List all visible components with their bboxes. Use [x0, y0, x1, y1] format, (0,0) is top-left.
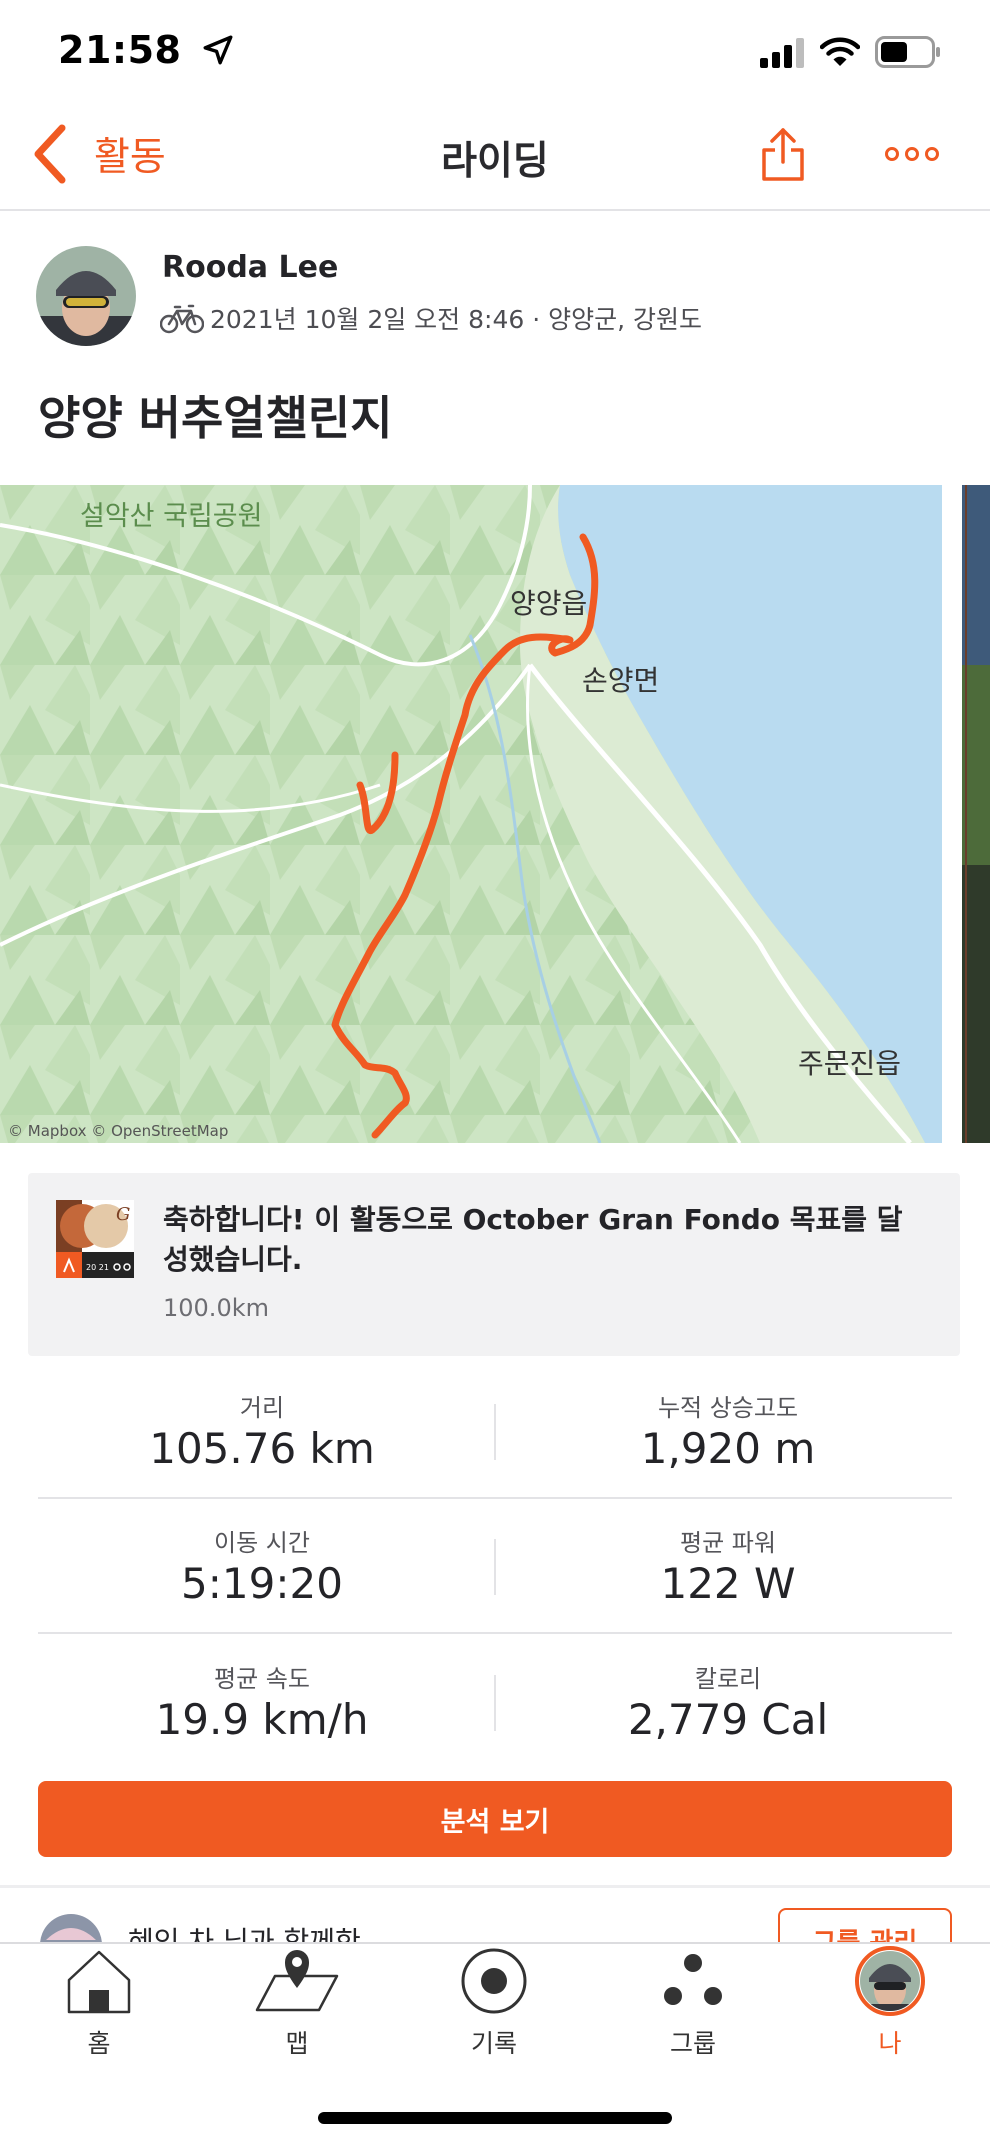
page-title: 라이딩 — [441, 139, 549, 184]
map-attribution: © Mapbox © OpenStreetMap — [8, 1122, 228, 1140]
map-label-town2: 손양면 — [582, 664, 659, 697]
location-arrow-icon — [203, 35, 233, 65]
stat-divider — [494, 1539, 496, 1595]
bike-icon — [160, 304, 204, 334]
author-name[interactable]: Rooda Lee — [162, 250, 338, 285]
stat-label-avg-power: 평균 파워 — [680, 1529, 776, 1557]
map-label-park: 설악산 국립공원 — [80, 501, 262, 532]
route-map[interactable]: 설악산 국립공원 양양읍 손양면 주문진읍 © Mapbox © OpenStr… — [0, 485, 942, 1143]
stat-label-avg-speed: 평균 속도 — [214, 1665, 310, 1693]
groups-icon — [664, 1954, 722, 2005]
stat-label-moving-time: 이동 시간 — [214, 1529, 310, 1557]
stat-label-elevation: 누적 상승고도 — [657, 1394, 799, 1422]
stat-value-avg-power: 122 W — [660, 1559, 796, 1608]
stat-value-distance: 105.76 km — [149, 1424, 375, 1473]
more-options-icon[interactable] — [884, 146, 940, 162]
stat-row-divider — [38, 1497, 952, 1499]
photo-thumbnail[interactable] — [962, 485, 990, 1143]
tab-record-label: 기록 — [470, 2029, 517, 2058]
tab-home[interactable]: 홈 — [39, 1946, 159, 2060]
record-icon — [461, 1948, 527, 2014]
tab-home-label: 홈 — [87, 2029, 111, 2058]
tab-map-label: 맵 — [285, 2029, 309, 2058]
route-map-graphic: 설악산 국립공원 양양읍 손양면 주문진읍 © Mapbox © OpenStr… — [0, 485, 942, 1143]
svg-text:20 21: 20 21 — [86, 1263, 109, 1272]
manage-group-button[interactable]: 그룹 관리 — [778, 1908, 952, 1942]
wifi-icon — [820, 37, 860, 66]
tab-groups-label: 그룹 — [669, 2029, 716, 2058]
share-icon[interactable] — [760, 126, 806, 182]
stat-row-divider — [38, 1632, 952, 1634]
stat-divider — [494, 1675, 496, 1731]
svg-text:G: G — [116, 1204, 130, 1225]
avatar[interactable] — [36, 246, 136, 346]
status-time: 21:58 — [58, 28, 235, 72]
home-icon — [67, 1950, 131, 2014]
map-label-town3: 주문진읍 — [798, 1047, 901, 1080]
tab-record[interactable]: 기록 — [434, 1946, 554, 2060]
status-time-text: 21:58 — [58, 28, 182, 72]
group-activity-row[interactable]: 혜인 차 님과 함께한 그룹 관리 — [0, 1900, 990, 1942]
stat-value-avg-speed: 19.9 km/h — [155, 1695, 369, 1744]
map-label-town1: 양양읍 — [510, 587, 587, 620]
activity-date-location: 2021년 10월 2일 오전 8:46 · 양양군, 강원도 — [210, 305, 703, 334]
stat-value-moving-time: 5:19:20 — [181, 1559, 343, 1608]
activity-title: 양양 버추얼챌린지 — [38, 391, 393, 445]
tab-map[interactable]: 맵 — [237, 1946, 357, 2060]
challenge-badge-icon: 20 21 G — [56, 1200, 134, 1278]
cellular-signal-icon — [760, 38, 804, 68]
header-divider — [0, 209, 990, 211]
photo-thumbnail-graphic — [962, 485, 990, 1143]
section-divider — [0, 1885, 990, 1888]
stat-value-elevation: 1,920 m — [640, 1424, 816, 1473]
home-indicator — [318, 2112, 672, 2124]
view-analysis-button[interactable]: 분석 보기 — [38, 1781, 952, 1857]
tab-profile-label: 나 — [878, 2029, 902, 2058]
stat-label-calories: 칼로리 — [694, 1665, 762, 1693]
goal-message: 축하합니다! 이 활동으로 October Gran Fondo 목표를 달성했… — [163, 1203, 903, 1276]
battery-icon — [875, 36, 940, 68]
group-activity-text: 혜인 차 님과 함께한 — [128, 1925, 361, 1942]
tab-groups[interactable]: 그룹 — [633, 1946, 753, 2060]
map-icon — [255, 1950, 339, 2012]
stat-value-calories: 2,779 Cal — [627, 1695, 829, 1744]
tab-profile[interactable]: 나 — [830, 1946, 950, 2060]
group-member-avatar — [40, 1914, 102, 1942]
goal-distance: 100.0km — [163, 1294, 269, 1322]
stat-label-distance: 거리 — [239, 1394, 285, 1422]
profile-avatar — [855, 1946, 925, 2016]
stat-divider — [494, 1404, 496, 1460]
